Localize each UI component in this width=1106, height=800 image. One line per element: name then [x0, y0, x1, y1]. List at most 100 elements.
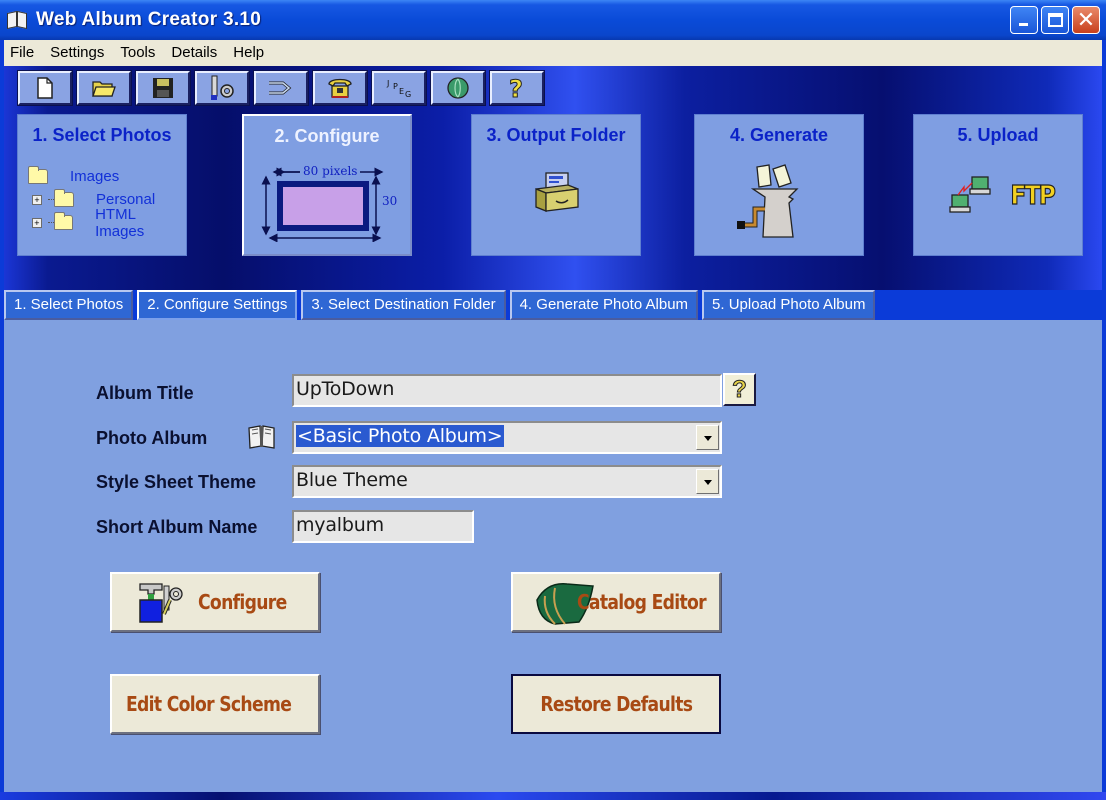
album-title-input[interactable]: UpToDown: [292, 374, 722, 407]
style-sheet-theme-label: Style Sheet Theme: [96, 472, 257, 492]
svg-text:?: ?: [509, 75, 523, 101]
menu-file[interactable]: File: [4, 40, 42, 66]
telephone-icon: [328, 78, 352, 98]
save-button[interactable]: [135, 70, 191, 106]
step-title: 4. Generate: [729, 125, 829, 145]
style-sheet-theme-value: Blue Theme: [296, 469, 408, 491]
folder-icon: [28, 166, 48, 184]
tab-upload-photo-album[interactable]: 5. Upload Photo Album: [702, 290, 876, 320]
network-computers-icon: [949, 176, 991, 213]
configure-settings-panel: Album Title UpToDown ? Photo Album <Basi…: [4, 320, 1102, 792]
connector-icon: [269, 81, 292, 95]
step-card-upload[interactable]: 5. Upload FTP: [913, 114, 1083, 256]
globe-button[interactable]: [430, 70, 486, 106]
help-question-icon: ?: [509, 75, 524, 101]
maximize-icon: [1048, 13, 1063, 27]
file-drawer-icon: [535, 172, 579, 212]
save-disk-icon: [153, 78, 173, 98]
menu-help[interactable]: Help: [225, 40, 272, 66]
edit-color-scheme-button-label: Edit Color Scheme: [126, 692, 292, 716]
svg-text:E: E: [399, 87, 404, 96]
app-book-icon: [6, 10, 30, 30]
short-album-name-input[interactable]: myalbum: [292, 510, 474, 543]
menu-bar: File Settings Tools Details Help: [4, 40, 1102, 66]
open-button[interactable]: [76, 70, 132, 106]
tab-configure-settings[interactable]: 2. Configure Settings: [137, 290, 298, 320]
folder-tree: Images + Personal + HTML Images: [28, 165, 186, 240]
photo-album-label: Photo Album: [96, 428, 208, 448]
tools-icon: [211, 75, 234, 100]
jpeg-icon: J PE G: [386, 79, 411, 99]
wizard-banner: JPEG ? 1. Select Photos Images + Persona: [4, 66, 1102, 290]
svg-text:G: G: [405, 90, 411, 99]
menu-tools[interactable]: Tools: [112, 40, 163, 66]
maximize-button[interactable]: [1041, 6, 1069, 34]
photo-grinder-icon: [737, 164, 799, 238]
new-file-icon: [37, 77, 53, 99]
photo-album-select[interactable]: <Basic Photo Album>: [292, 421, 722, 454]
album-title-help-button[interactable]: ?: [723, 373, 756, 406]
ftp-badge: FTP: [1010, 180, 1057, 211]
album-title-label: Album Title: [96, 383, 194, 403]
step-card-output-folder[interactable]: 3. Output Folder: [471, 114, 641, 256]
album-title-value: UpToDown: [296, 378, 395, 400]
telephone-button[interactable]: [312, 70, 368, 106]
menu-settings[interactable]: Settings: [42, 40, 112, 66]
minimize-button[interactable]: [1010, 6, 1038, 34]
step-title: 1. Select Photos: [32, 125, 172, 145]
catalog-editor-button[interactable]: Catalog Editor: [511, 572, 721, 632]
tree-item-images[interactable]: Images: [28, 165, 186, 188]
step-title: 2. Configure: [274, 126, 380, 146]
short-album-name-value: myalbum: [296, 514, 384, 536]
svg-text:J: J: [386, 79, 389, 88]
expand-icon[interactable]: +: [32, 217, 42, 228]
help-toolbar-button[interactable]: ?: [489, 70, 545, 106]
minimize-icon: [1019, 23, 1028, 26]
connect-button[interactable]: [253, 70, 309, 106]
title-bar[interactable]: Web Album Creator 3.10 ✕: [0, 0, 1106, 40]
photo-album-book-icon: [248, 425, 275, 449]
tree-label: Images: [70, 168, 120, 185]
tools-button[interactable]: [194, 70, 250, 106]
catalog-editor-button-label: Catalog Editor: [577, 590, 707, 614]
jpeg-button[interactable]: JPEG: [371, 70, 427, 106]
svg-text:P: P: [393, 82, 398, 91]
tree-item-html-images[interactable]: + HTML Images: [28, 206, 186, 240]
tab-generate-photo-album[interactable]: 4. Generate Photo Album: [509, 290, 699, 320]
configure-button[interactable]: Configure: [110, 572, 320, 632]
short-album-name-label: Short Album Name: [96, 517, 258, 537]
window-bottom-border: [0, 792, 1106, 800]
step-tabs: 1. Select Photos 2. Configure Settings 3…: [4, 290, 876, 320]
step-title: 3. Output Folder: [486, 125, 626, 145]
tab-select-destination-folder[interactable]: 3. Select Destination Folder: [301, 290, 506, 320]
folder-icon: [53, 212, 74, 230]
tab-select-photos[interactable]: 1. Select Photos: [4, 290, 134, 320]
restore-defaults-button-label: Restore Defaults: [540, 692, 693, 716]
configure-tools-icon: [139, 583, 183, 623]
chevron-down-icon[interactable]: [696, 425, 719, 450]
folder-icon: [54, 189, 74, 207]
configure-button-label: Configure: [198, 590, 287, 614]
restore-defaults-button[interactable]: Restore Defaults: [511, 674, 721, 734]
globe-icon: [447, 77, 469, 99]
window-title: Web Album Creator 3.10: [36, 9, 262, 30]
toolbar: JPEG ?: [17, 70, 545, 106]
open-folder-icon: [92, 81, 116, 97]
menu-details[interactable]: Details: [163, 40, 225, 66]
height-label: 30: [382, 194, 398, 208]
expand-icon[interactable]: +: [32, 194, 42, 205]
close-button[interactable]: ✕: [1072, 6, 1100, 34]
tree-label: HTML Images: [95, 205, 145, 240]
edit-color-scheme-button[interactable]: Edit Color Scheme: [110, 674, 320, 734]
close-icon: ✕: [1076, 7, 1096, 32]
photo-album-value: <Basic Photo Album>: [296, 425, 504, 447]
app-window: Web Album Creator 3.10 ✕ File Settings T…: [0, 0, 1106, 800]
step-card-generate[interactable]: 4. Generate: [694, 114, 864, 256]
style-sheet-theme-select[interactable]: Blue Theme: [292, 465, 722, 498]
new-button[interactable]: [17, 70, 73, 106]
width-label: 80 pixels: [302, 164, 359, 178]
chevron-down-icon[interactable]: [696, 469, 719, 494]
step-card-select-photos[interactable]: 1. Select Photos Images + Personal + HTM…: [17, 114, 187, 256]
step-card-configure[interactable]: 2. Configure 80 pixels 30: [242, 114, 412, 256]
step-title: 5. Upload: [957, 125, 1039, 145]
